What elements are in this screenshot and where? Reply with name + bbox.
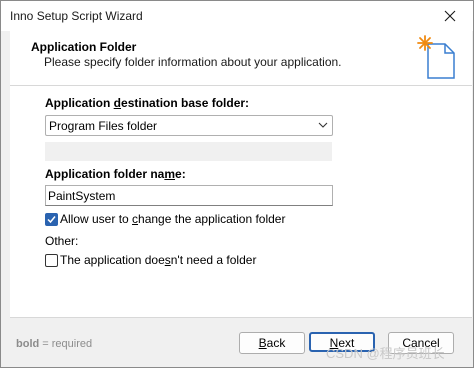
header-divider: [10, 85, 472, 86]
destination-dropdown[interactable]: Program Files folder: [45, 115, 333, 136]
footer-divider: [10, 317, 472, 318]
folder-name-label: Application folder name:: [45, 167, 186, 181]
destination-path-display: [45, 142, 332, 161]
chevron-down-icon: [318, 122, 328, 128]
other-label: Other:: [45, 234, 79, 248]
folder-name-field-box: [45, 185, 333, 206]
allow-change-checkbox[interactable]: [45, 213, 58, 226]
wizard-document-icon: [417, 35, 455, 79]
folder-name-field[interactable]: [48, 188, 328, 203]
close-icon: [444, 10, 456, 22]
no-folder-checkbox[interactable]: [45, 254, 58, 267]
destination-label: Application destination base folder:: [45, 96, 250, 110]
destination-value: Program Files folder: [49, 119, 158, 133]
page-title: Application Folder: [31, 40, 137, 54]
allow-change-label: Allow user to change the application fol…: [60, 212, 286, 226]
watermark-text: CSDN @程序员班长: [326, 346, 445, 361]
title-bar[interactable]: Inno Setup Script Wizard: [1, 1, 473, 31]
page-subtitle: Please specify folder information about …: [44, 55, 342, 69]
back-button[interactable]: Back: [239, 332, 305, 354]
no-folder-label: The application doesn't need a folder: [60, 253, 257, 267]
required-note: bold = required: [16, 338, 93, 350]
wizard-dialog: Inno Setup Script Wizard Application Fol…: [0, 0, 474, 368]
window-title: Inno Setup Script Wizard: [10, 9, 143, 23]
wizard-page: Application Folder Please specify folder…: [10, 31, 472, 317]
close-button[interactable]: [427, 1, 473, 31]
checkmark-icon: [47, 216, 56, 224]
